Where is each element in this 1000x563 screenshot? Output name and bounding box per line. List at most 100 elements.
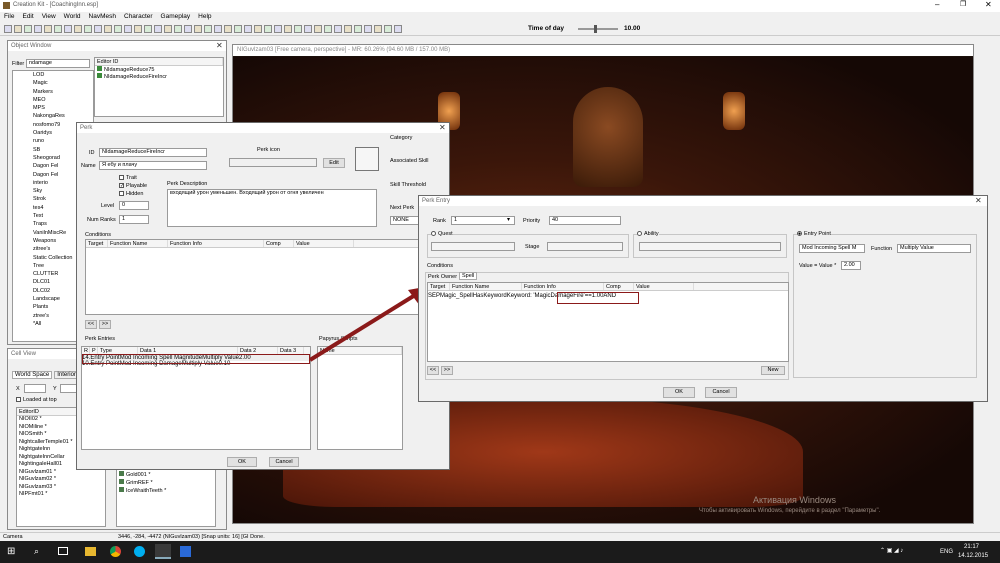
toolbar-button-icon[interactable] xyxy=(104,25,112,33)
toolbar-button-icon[interactable] xyxy=(154,25,162,33)
next-perk-field[interactable]: NONE xyxy=(390,216,420,225)
column-header[interactable]: Data 2 xyxy=(238,347,278,354)
pe-cancel-button[interactable]: Cancel xyxy=(705,387,737,398)
toolbar-button-icon[interactable] xyxy=(194,25,202,33)
column-header[interactable]: Comp xyxy=(264,240,294,247)
reference-item[interactable]: GrimREF * xyxy=(117,479,215,487)
level-field[interactable]: 0 xyxy=(119,201,149,210)
toolbar-button-icon[interactable] xyxy=(394,25,402,33)
start-icon[interactable]: ⊞ xyxy=(7,546,15,557)
column-header[interactable]: Function Info xyxy=(522,283,604,290)
toolbar-button-icon[interactable] xyxy=(384,25,392,33)
tab-world-space[interactable]: World Space xyxy=(12,371,53,379)
toolbar-button-icon[interactable] xyxy=(324,25,332,33)
object-list-item[interactable]: NIdamageReduce75 xyxy=(95,66,223,73)
explorer-icon[interactable] xyxy=(85,547,96,556)
toolbar-button-icon[interactable] xyxy=(254,25,262,33)
stage-field[interactable] xyxy=(547,242,623,251)
close-icon[interactable]: ✕ xyxy=(439,123,446,132)
column-header[interactable]: Function Name xyxy=(450,283,522,290)
clock-time[interactable]: 21:17 xyxy=(964,544,979,550)
toolbar-button-icon[interactable] xyxy=(224,25,232,33)
column-header[interactable]: Target xyxy=(428,283,450,290)
language-indicator[interactable]: ENG xyxy=(940,549,953,555)
column-header[interactable]: Type xyxy=(98,347,138,354)
toolbar-button-icon[interactable] xyxy=(264,25,272,33)
search-icon[interactable]: ⌕ xyxy=(34,546,39,557)
toolbar-button-icon[interactable] xyxy=(4,25,12,33)
name-field[interactable]: Я ебу и плачу xyxy=(99,161,207,170)
trait-checkbox[interactable]: Trait xyxy=(119,175,137,181)
creation-kit-icon[interactable] xyxy=(155,544,171,559)
quest-select[interactable] xyxy=(431,242,515,251)
toolbar-button-icon[interactable] xyxy=(304,25,312,33)
chevron-down-icon[interactable]: ▾ xyxy=(507,216,510,223)
reference-item[interactable]: IceWraithTeeth * xyxy=(117,487,215,495)
column-header[interactable]: Target xyxy=(86,240,108,247)
reference-list[interactable]: Gold001 * GrimREF * IceWraithTeeth * xyxy=(116,467,216,527)
toolbar-button-icon[interactable] xyxy=(24,25,32,33)
toolbar-button-icon[interactable] xyxy=(134,25,142,33)
toolbar-button-icon[interactable] xyxy=(364,25,372,33)
tree-item[interactable]: Markers xyxy=(33,88,93,96)
cell-list-item[interactable]: NIGuvlzam03 * xyxy=(17,484,105,492)
perk-description-field[interactable]: входящий урон уменьшен. Входящий урон от… xyxy=(167,189,377,227)
tree-item[interactable]: NakongaRes xyxy=(33,112,93,120)
toolbar-button-icon[interactable] xyxy=(204,25,212,33)
value-field[interactable]: 2.00 xyxy=(841,261,861,270)
menu-navmesh[interactable]: NavMesh xyxy=(89,12,116,22)
toolbar-button-icon[interactable] xyxy=(274,25,282,33)
new-button[interactable]: New xyxy=(761,366,785,375)
minimize-icon[interactable]: – xyxy=(935,0,939,9)
column-header[interactable]: Function Name xyxy=(108,240,168,247)
media-icon[interactable] xyxy=(180,546,191,557)
toolbar-button-icon[interactable] xyxy=(374,25,382,33)
tree-item[interactable]: MEO xyxy=(33,96,93,104)
column-header[interactable]: Value xyxy=(634,283,694,290)
editor-id-header[interactable]: Editor ID xyxy=(95,58,223,65)
chrome-icon[interactable] xyxy=(110,546,121,557)
menu-world[interactable]: World xyxy=(64,12,81,22)
pe-prev-button[interactable]: << xyxy=(427,366,439,375)
menu-view[interactable]: View xyxy=(42,12,56,22)
perk-cancel-button[interactable]: Cancel xyxy=(269,457,299,467)
toolbar-button-icon[interactable] xyxy=(184,25,192,33)
ability-select[interactable] xyxy=(639,242,781,251)
toolbar-button-icon[interactable] xyxy=(214,25,222,33)
next-button[interactable]: >> xyxy=(99,320,111,329)
toolbar-button-icon[interactable] xyxy=(354,25,362,33)
pe-ok-button[interactable]: OK xyxy=(663,387,695,398)
toolbar-button-icon[interactable] xyxy=(174,25,182,33)
close-icon[interactable]: ✕ xyxy=(985,0,992,9)
toolbar-button-icon[interactable] xyxy=(114,25,122,33)
cell-list-item[interactable]: NIPFmt01 * xyxy=(17,491,105,499)
column-header[interactable]: Data 1 xyxy=(138,347,238,354)
edit-button[interactable]: Edit xyxy=(323,158,345,168)
tab-spell[interactable]: Spell xyxy=(459,272,478,280)
restore-icon[interactable]: ❐ xyxy=(960,0,966,8)
rank-select[interactable]: 1 xyxy=(451,216,515,225)
menu-character[interactable]: Character xyxy=(124,12,153,22)
column-header[interactable]: P xyxy=(90,347,98,354)
object-list[interactable]: Editor ID NIdamageReduce75 NIdamageReduce… xyxy=(94,57,224,117)
perk-ok-button[interactable]: OK xyxy=(227,457,257,467)
toolbar-button-icon[interactable] xyxy=(124,25,132,33)
toolbar-button-icon[interactable] xyxy=(344,25,352,33)
column-header[interactable]: Function Info xyxy=(168,240,264,247)
x-input[interactable] xyxy=(24,384,46,393)
column-header[interactable]: Value xyxy=(294,240,354,247)
toolbar-button-icon[interactable] xyxy=(314,25,322,33)
toolbar-button-icon[interactable] xyxy=(44,25,52,33)
skype-icon[interactable] xyxy=(134,546,145,557)
slider-thumb[interactable] xyxy=(594,25,597,33)
object-list-item[interactable]: NIdamageReduceFireIncr xyxy=(95,73,223,80)
entry-point-radio[interactable]: ● Entry Point xyxy=(797,231,831,237)
tree-item[interactable]: Magic xyxy=(33,79,93,87)
toolbar-button-icon[interactable] xyxy=(64,25,72,33)
column-header[interactable]: Comp xyxy=(604,283,634,290)
toolbar-button-icon[interactable] xyxy=(144,25,152,33)
task-view-icon[interactable] xyxy=(58,547,68,555)
close-icon[interactable]: ✕ xyxy=(216,41,223,50)
tab-perk-owner[interactable]: Perk Owner xyxy=(428,274,457,280)
tree-item[interactable]: LOD xyxy=(33,71,93,79)
